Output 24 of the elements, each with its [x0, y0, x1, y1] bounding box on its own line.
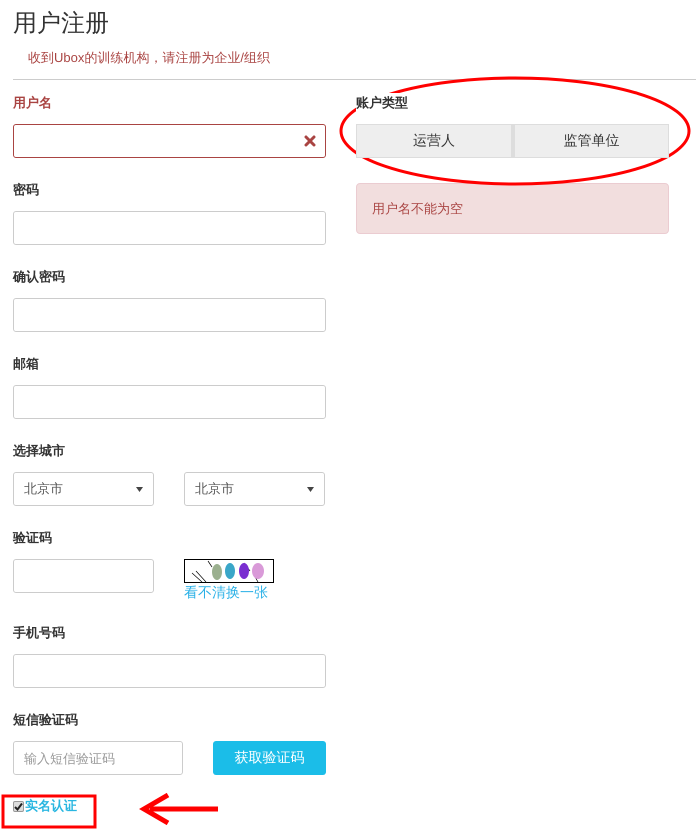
caret-icon [136, 486, 143, 492]
city-dropdown[interactable]: 北京市 [13, 472, 154, 506]
page-subtitle: 收到Ubox的训练机构，请注册为企业/组织 [28, 49, 270, 67]
field-label: 用户名 [13, 94, 53, 112]
text-field[interactable] [13, 124, 326, 158]
caret-icon [307, 486, 314, 492]
field-label: 密码 [13, 181, 40, 199]
arrow-icon [139, 792, 218, 826]
captcha-field[interactable] [13, 559, 154, 593]
field-label: 选择城市 [13, 442, 66, 460]
account-type-button[interactable]: 监管单位 [512, 124, 669, 158]
error-alert: 用户名不能为空 [356, 183, 669, 234]
field-label: 短信验证码 [13, 711, 79, 729]
page-title: 用户注册 [12, 9, 110, 39]
field-label: 账户类型 [356, 93, 408, 113]
field-label: 确认密码 [13, 268, 66, 286]
clear-icon[interactable] [304, 135, 316, 147]
field-label: 验证码 [13, 529, 53, 547]
field-label: 邮箱 [13, 355, 40, 373]
account-type-button[interactable]: 运营人 [356, 124, 512, 158]
city-dropdown[interactable]: 北京市 [184, 472, 325, 506]
checkbox[interactable] [13, 800, 24, 812]
sms-code-field[interactable]: 输入短信验证码 [13, 741, 183, 775]
field-label: 手机号码 [13, 624, 66, 642]
